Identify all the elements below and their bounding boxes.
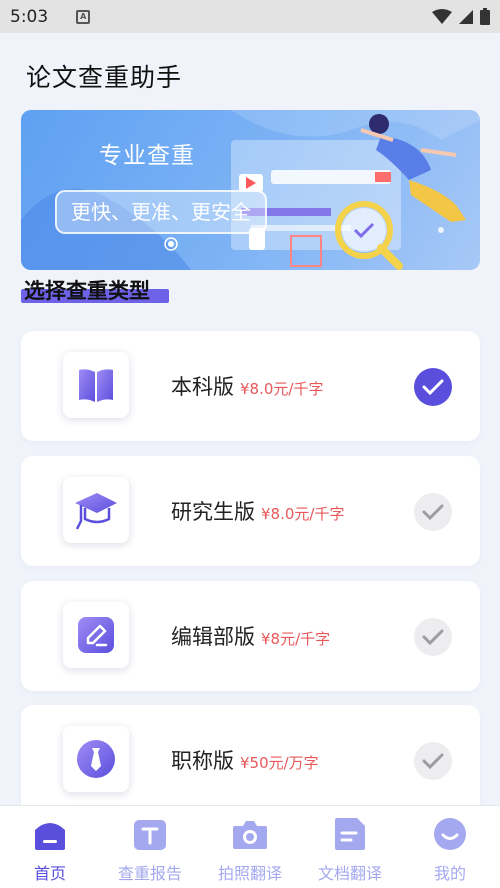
- tab-home[interactable]: 首页: [0, 806, 100, 888]
- unselected-check-icon[interactable]: [414, 618, 452, 656]
- tab-report[interactable]: 查重报告: [100, 806, 200, 888]
- plan-name: 本科版 ¥8.0元/千字: [171, 371, 323, 401]
- bottom-tab-bar: 首页 查重报告 拍照翻译 文档翻译 我的: [0, 805, 500, 888]
- banner-tagline: 更快、更准、更安全: [55, 190, 267, 234]
- plan-name: 研究生版 ¥8.0元/千字: [171, 496, 344, 526]
- plan-icon-box: [63, 602, 129, 668]
- plan-price: ¥8.0元/千字: [261, 505, 345, 523]
- tab-label: 首页: [33, 864, 66, 883]
- plan-name: 编辑部版 ¥8元/千字: [171, 621, 330, 651]
- plan-title: 研究生版: [171, 500, 255, 524]
- plan-name: 职称版 ¥50元/万字: [171, 745, 319, 775]
- plan-title: 职称版: [171, 749, 234, 773]
- wifi-icon: [432, 8, 452, 24]
- plan-card-editorial[interactable]: 编辑部版 ¥8元/千字: [21, 581, 480, 691]
- plan-title: 编辑部版: [171, 625, 255, 649]
- notification-icon: A: [76, 9, 91, 24]
- unselected-check-icon[interactable]: [414, 493, 452, 531]
- tab-label: 查重报告: [117, 864, 182, 883]
- app-title: 论文查重助手: [26, 63, 183, 92]
- tab-label: 拍照翻译: [217, 864, 282, 883]
- report-icon: [134, 820, 166, 850]
- plan-price: ¥8.0元/千字: [240, 380, 324, 398]
- plan-card-graduate[interactable]: 研究生版 ¥8.0元/千字: [21, 456, 480, 566]
- status-icons: [432, 8, 490, 25]
- status-bar: 5:03 A: [0, 0, 500, 33]
- pencil-edit-icon: [78, 617, 114, 653]
- tab-label: 我的: [433, 864, 466, 883]
- plan-icon-box: [63, 726, 129, 792]
- plan-card-undergraduate[interactable]: 本科版 ¥8.0元/千字: [21, 331, 480, 441]
- plan-icon-box: [63, 352, 129, 418]
- plan-price: ¥50元/万字: [240, 754, 319, 772]
- section-title-text: 选择查重类型: [24, 279, 150, 303]
- plan-price: ¥8元/千字: [261, 630, 331, 648]
- necktie-icon: [77, 740, 115, 778]
- tab-photo-translate[interactable]: 拍照翻译: [200, 806, 300, 888]
- open-book-icon: [79, 369, 113, 402]
- cell-signal-icon: [459, 9, 473, 24]
- smile-face-icon: [434, 818, 466, 850]
- home-icon: [35, 823, 65, 850]
- battery-icon: [480, 8, 490, 25]
- plan-icon-box: [63, 477, 129, 543]
- plan-card-professional-title[interactable]: 职称版 ¥50元/万字: [21, 705, 480, 815]
- tab-doc-translate[interactable]: 文档翻译: [300, 806, 400, 888]
- promo-banner[interactable]: 专业查重 更快、更准、更安全: [21, 110, 480, 270]
- plan-title: 本科版: [171, 375, 234, 399]
- banner-title: 专业查重: [99, 143, 195, 169]
- selected-check-icon[interactable]: [414, 368, 452, 406]
- document-icon: [335, 818, 365, 850]
- section-title: 选择查重类型: [21, 275, 169, 305]
- camera-icon: [233, 821, 267, 849]
- status-time: 5:03: [10, 6, 49, 27]
- unselected-check-icon[interactable]: [414, 742, 452, 780]
- tab-label: 文档翻译: [317, 864, 382, 883]
- tab-mine[interactable]: 我的: [400, 806, 500, 888]
- graduation-cap-icon: [75, 493, 117, 530]
